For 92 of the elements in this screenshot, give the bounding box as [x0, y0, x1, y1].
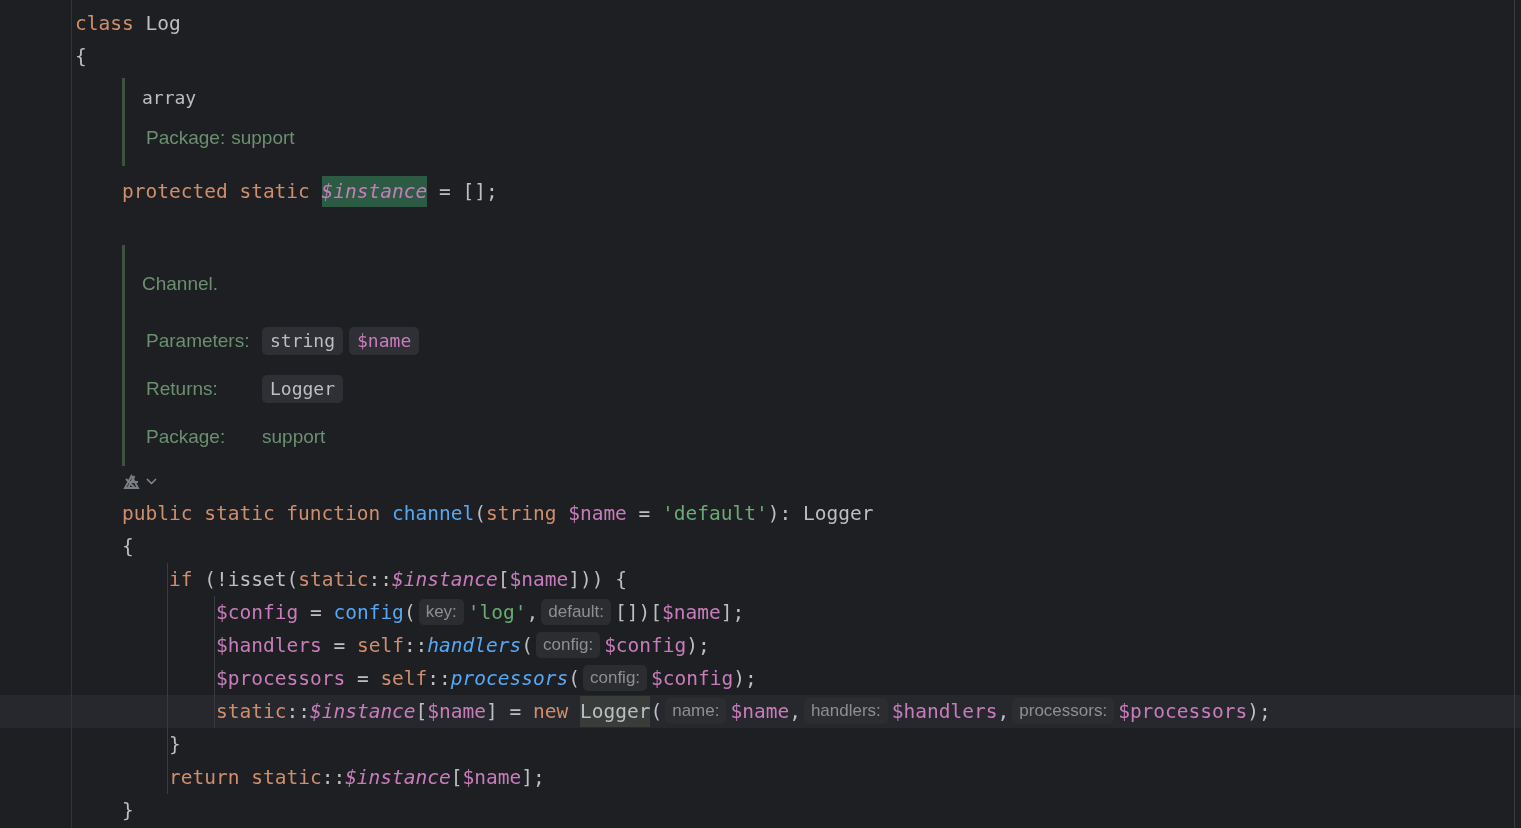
doc-label: Package: — [146, 426, 226, 448]
keyword: self — [356, 632, 404, 659]
knot-icon[interactable] — [122, 472, 141, 491]
variable: $config — [216, 599, 299, 626]
variable: $name — [427, 698, 487, 725]
code-text: [ — [415, 698, 428, 725]
code-text: ( — [568, 665, 580, 692]
doc-value: support — [231, 127, 295, 149]
doc-type-tag: $name — [349, 327, 420, 355]
variable: $handlers — [216, 632, 322, 659]
parameter-hint: config: — [536, 632, 601, 658]
variable: $name — [730, 698, 790, 725]
code-text: ( — [403, 599, 416, 626]
code-text: :: — [427, 665, 451, 692]
keyword: if — [169, 566, 194, 593]
static-field: $instance — [321, 175, 428, 207]
code-text: = — [308, 599, 323, 626]
keyword: class — [75, 10, 135, 37]
method-name: processors — [450, 665, 569, 692]
keyword: static — [298, 566, 369, 593]
code-text: :: — [403, 632, 428, 659]
keyword: string — [485, 500, 558, 527]
code-text: = — [355, 665, 370, 692]
doc-label: Returns: — [146, 378, 218, 400]
string-literal: 'log' — [467, 599, 527, 626]
code-text: { — [122, 533, 134, 560]
doc-label: Parameters: — [146, 330, 250, 352]
code-text: [ — [497, 566, 510, 593]
code-text: ); — [733, 665, 757, 692]
keyword: return — [169, 764, 241, 791]
parameter-hint: processors: — [1012, 698, 1115, 724]
keyword: new — [533, 698, 570, 725]
code-text: ]; — [521, 764, 545, 791]
variable: $processors — [216, 665, 346, 692]
variable: $name — [568, 500, 627, 527]
code-text: [ — [450, 764, 463, 791]
variable: $handlers — [891, 698, 998, 725]
keyword: static — [216, 698, 287, 725]
code-text: (!isset( — [204, 566, 299, 593]
code-text: } — [122, 797, 134, 824]
variable: $processors — [1118, 698, 1248, 725]
parameter-hint: config: — [583, 665, 648, 691]
code-text: ( — [474, 500, 486, 527]
code-text: ); — [1247, 698, 1271, 725]
function-name: channel — [392, 500, 475, 527]
code-text: [])[ — [615, 599, 662, 626]
code-text: , — [526, 599, 539, 626]
keyword: protected static — [122, 178, 311, 205]
code-text: Log — [145, 10, 181, 37]
static-field: $instance — [309, 695, 416, 727]
keyword: public static function — [122, 500, 382, 527]
code-text: = — [637, 500, 652, 527]
variable: $name — [462, 764, 522, 791]
variable: $name — [662, 599, 721, 626]
function-name: config — [333, 599, 404, 626]
code-text: = []; — [438, 178, 498, 205]
doc-summary: Channel. — [142, 272, 220, 296]
parameter-hint: name: — [665, 698, 727, 724]
code-text: ( — [521, 632, 534, 659]
parameter-hint: handlers: — [803, 698, 888, 724]
parameter-hint: default: — [541, 599, 612, 625]
code-text: :: — [321, 764, 346, 791]
code-text: { — [75, 43, 87, 70]
code-text: , — [997, 698, 1010, 725]
doc-value: support — [262, 426, 326, 448]
method-name: handlers — [427, 632, 522, 659]
chevron-down-icon[interactable] — [146, 478, 157, 486]
static-field: $instance — [392, 563, 498, 595]
doc-label: Package: — [146, 127, 226, 149]
keyword: self — [380, 665, 428, 692]
code-text: ])) { — [568, 566, 627, 593]
code-text: ); — [686, 632, 710, 659]
variable: $config — [651, 665, 734, 692]
static-field: $instance — [345, 761, 451, 793]
code-text: ( — [650, 698, 663, 725]
doc-signature: array — [142, 86, 198, 110]
doc-type-tag: string — [262, 327, 344, 355]
keyword: static — [251, 764, 322, 791]
doc-type-tag: Logger — [262, 375, 344, 403]
code-text: Logger — [580, 695, 651, 727]
code-text: :: — [286, 698, 310, 725]
code-text: } — [169, 731, 181, 758]
code-text: , — [789, 698, 801, 725]
variable: $name — [509, 566, 569, 593]
parameter-hint: key: — [418, 599, 464, 625]
code-text: ] = — [486, 698, 523, 725]
string-literal: 'default' — [662, 500, 768, 527]
variable: $config — [604, 632, 687, 659]
code-text: :: — [368, 566, 393, 593]
code-text: ): Logger — [767, 500, 874, 527]
code-text: ]; — [720, 599, 745, 626]
code-text: = — [332, 632, 347, 659]
